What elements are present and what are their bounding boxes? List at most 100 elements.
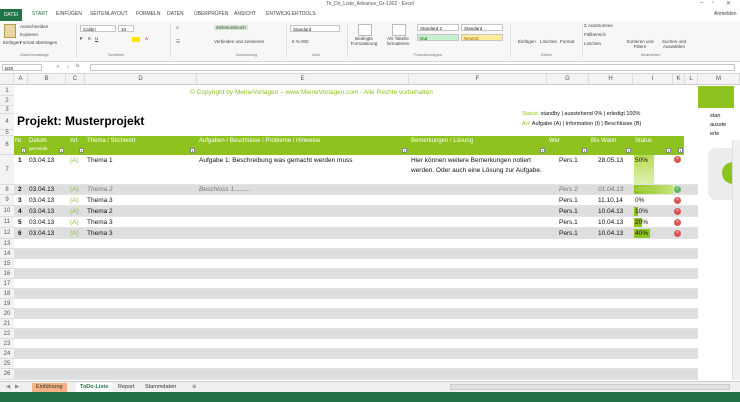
row-header[interactable]: 17: [0, 279, 14, 289]
underline-icon[interactable]: U: [95, 36, 98, 41]
conditional-format-icon[interactable]: [358, 24, 372, 36]
column-header[interactable]: E: [197, 74, 409, 84]
column-header[interactable]: C: [66, 74, 85, 84]
conditional-format-button[interactable]: Bedingte Formatierung: [348, 36, 380, 46]
row-header[interactable]: 18: [0, 289, 14, 299]
row-header[interactable]: 21: [0, 319, 14, 329]
row-header[interactable]: 7: [0, 155, 14, 185]
tab-einfuegen[interactable]: EINFÜGEN: [56, 11, 82, 17]
align-top-icon[interactable]: ≡: [176, 25, 179, 30]
sheet-tab-report[interactable]: Report: [114, 383, 139, 392]
clear-button[interactable]: Löschen: [584, 41, 601, 46]
fill-button[interactable]: Füllbereich: [584, 32, 606, 37]
restore-icon[interactable]: ▫: [712, 0, 714, 6]
align-left-icon[interactable]: ☰: [176, 39, 180, 45]
row-header[interactable]: 12: [0, 228, 14, 239]
column-header[interactable]: L: [685, 74, 698, 84]
cut-button[interactable]: Ausschneiden: [20, 24, 48, 29]
column-header[interactable]: B: [28, 74, 66, 84]
tab-entwicklertools[interactable]: ENTWICKLERTOOLS: [266, 11, 316, 17]
tab-seitenlayout[interactable]: SEITENLAYOUT: [90, 11, 128, 17]
tab-ueberpruefen[interactable]: ÜBERPRÜFEN: [194, 11, 228, 17]
filter-dropdown-icon[interactable]: ▾: [540, 148, 545, 153]
column-header[interactable]: H: [589, 74, 633, 84]
delete-cells-button[interactable]: Löschen: [540, 39, 557, 44]
confirm-icon[interactable]: ✓: [66, 64, 70, 70]
row-header[interactable]: 9: [0, 195, 14, 206]
tab-formeln[interactable]: FORMELN: [136, 11, 160, 17]
tab-ansicht[interactable]: ANSICHT: [234, 11, 256, 17]
filter-dropdown-icon[interactable]: ▾: [190, 148, 195, 153]
sort-filter-button[interactable]: Sortieren und Filtern: [622, 39, 658, 49]
style-standard[interactable]: Standard: [461, 24, 503, 31]
filter-dropdown-icon[interactable]: ▾: [402, 148, 407, 153]
row-header[interactable]: 19: [0, 299, 14, 309]
filter-dropdown-icon[interactable]: ▾: [582, 148, 587, 153]
row-header[interactable]: 26: [0, 369, 14, 380]
column-header[interactable]: A: [14, 74, 28, 84]
row-header[interactable]: 15: [0, 259, 14, 269]
find-select-button[interactable]: Suchen und Auswählen: [656, 39, 692, 49]
horizontal-scrollbar[interactable]: [450, 384, 730, 390]
column-header[interactable]: K: [673, 74, 685, 84]
style-gut[interactable]: Gut: [417, 34, 459, 41]
row-header[interactable]: 10: [0, 206, 14, 217]
column-header[interactable]: I: [633, 74, 673, 84]
filter-dropdown-icon[interactable]: ▾: [79, 148, 84, 153]
style-standard2[interactable]: Standard 2: [417, 24, 459, 31]
number-format-select[interactable]: Standard: [290, 25, 340, 32]
copy-button[interactable]: Kopieren: [20, 32, 38, 37]
close-icon[interactable]: ✕: [726, 0, 731, 7]
vertical-scrollbar[interactable]: [732, 140, 740, 380]
row-header[interactable]: 1: [0, 86, 14, 96]
wrap-text-button[interactable]: Zeilenumbruch: [214, 25, 248, 30]
currency-icon[interactable]: € % 000: [292, 39, 309, 44]
font-size-select[interactable]: 10: [118, 25, 134, 32]
tab-daten[interactable]: DATEN: [167, 11, 184, 17]
font-name-select[interactable]: Calibri: [80, 25, 116, 32]
row-header[interactable]: 20: [0, 309, 14, 319]
row-header[interactable]: 6: [0, 136, 14, 155]
filter-dropdown-icon[interactable]: ▾: [666, 148, 671, 153]
merge-center-button[interactable]: Verbinden und zentrieren: [214, 39, 264, 44]
fill-color-icon[interactable]: [132, 37, 140, 42]
autosum-button[interactable]: Σ AutoSumme: [584, 23, 613, 28]
row-header[interactable]: 3: [0, 106, 14, 114]
tab-start[interactable]: START: [32, 11, 48, 17]
sign-in-link[interactable]: Anmelden: [714, 11, 737, 17]
row-header[interactable]: 11: [0, 217, 14, 228]
cancel-icon[interactable]: ✕: [56, 64, 60, 70]
row-header[interactable]: 14: [0, 249, 14, 259]
format-cells-button[interactable]: Format: [560, 39, 574, 44]
insert-cells-button[interactable]: Einfügen: [518, 39, 536, 44]
row-header[interactable]: 24: [0, 349, 14, 359]
filter-dropdown-icon[interactable]: ▾: [626, 148, 631, 153]
tab-datei[interactable]: DATEI: [0, 9, 22, 21]
column-header[interactable]: M: [698, 74, 740, 84]
add-sheet-icon[interactable]: ⊕: [188, 383, 201, 392]
style-neutral[interactable]: Neutral: [461, 34, 503, 41]
column-header[interactable]: D: [85, 74, 197, 84]
sheet-nav-next-icon[interactable]: ▶: [11, 383, 23, 392]
formula-input[interactable]: [90, 64, 735, 71]
select-all-corner[interactable]: [0, 74, 14, 84]
column-header[interactable]: G: [547, 74, 589, 84]
fx-icon[interactable]: fx: [76, 63, 80, 68]
filter-dropdown-icon[interactable]: ▾: [678, 148, 683, 153]
bold-icon[interactable]: F: [80, 36, 83, 41]
name-box[interactable]: B28: [2, 64, 42, 71]
paste-icon[interactable]: [4, 24, 16, 38]
row-header[interactable]: 13: [0, 239, 14, 249]
filter-dropdown-icon[interactable]: ▾: [21, 148, 26, 153]
column-header[interactable]: F: [409, 74, 547, 84]
row-header[interactable]: 8: [0, 185, 14, 195]
row-header[interactable]: 4: [0, 114, 14, 130]
sheet-tab-einfuehrung[interactable]: Einführung: [32, 383, 67, 392]
row-header[interactable]: 23: [0, 339, 14, 349]
row-header[interactable]: 22: [0, 329, 14, 339]
font-color-icon[interactable]: A: [145, 36, 148, 41]
italic-icon[interactable]: K: [88, 36, 91, 41]
paste-button[interactable]: Einfügen: [3, 40, 21, 45]
row-header[interactable]: 25: [0, 359, 14, 369]
minimize-icon[interactable]: –: [700, 0, 703, 6]
